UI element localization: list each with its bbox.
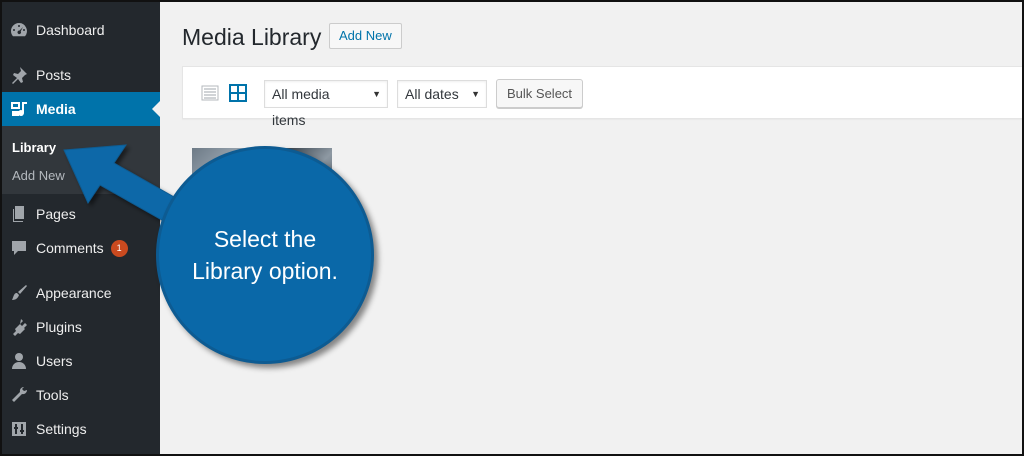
user-icon bbox=[0, 351, 36, 371]
chevron-down-icon: ▼ bbox=[372, 89, 381, 99]
pages-icon bbox=[0, 204, 36, 224]
sidebar-item-label: Appearance bbox=[36, 285, 112, 301]
sidebar-item-posts[interactable]: Posts bbox=[0, 58, 160, 92]
media-type-filter-value: All media items bbox=[272, 86, 330, 128]
settings-icon bbox=[0, 419, 36, 439]
sidebar-item-label: Tools bbox=[36, 387, 69, 403]
sidebar-item-label: Settings bbox=[36, 421, 87, 437]
comment-count-badge: 1 bbox=[110, 239, 128, 257]
sidebar-item-plugins[interactable]: Plugins bbox=[0, 310, 160, 344]
submenu-item-library[interactable]: Library bbox=[12, 140, 56, 155]
sidebar-item-appearance[interactable]: Appearance bbox=[0, 276, 160, 310]
sidebar-item-label: Dashboard bbox=[36, 22, 105, 38]
dashboard-icon bbox=[0, 20, 36, 40]
comment-icon bbox=[0, 238, 36, 258]
pushpin-icon bbox=[0, 65, 36, 85]
submenu-item-add-new[interactable]: Add New bbox=[12, 168, 65, 183]
sidebar-item-users[interactable]: Users bbox=[0, 344, 160, 378]
list-view-icon[interactable] bbox=[200, 83, 220, 103]
sidebar-item-label: Users bbox=[36, 353, 73, 369]
date-filter-value: All dates bbox=[405, 86, 459, 102]
admin-sidebar: Dashboard Posts Media Library Add New Pa… bbox=[0, 0, 160, 456]
plugin-icon bbox=[0, 317, 36, 337]
sidebar-item-label: Media bbox=[36, 101, 76, 117]
sidebar-item-tools[interactable]: Tools bbox=[0, 378, 160, 412]
wrench-icon bbox=[0, 385, 36, 405]
sidebar-item-label: Pages bbox=[36, 206, 76, 222]
date-filter[interactable]: All dates ▼ bbox=[397, 80, 487, 108]
sidebar-item-media[interactable]: Media bbox=[0, 92, 160, 126]
media-type-filter[interactable]: All media items ▼ bbox=[264, 80, 388, 128]
sidebar-item-label: Comments bbox=[36, 240, 104, 256]
callout-bubble: Select the Library option. bbox=[156, 146, 374, 364]
sidebar-item-pages[interactable]: Pages bbox=[0, 197, 160, 231]
sidebar-item-label: Posts bbox=[36, 67, 72, 83]
add-new-button[interactable]: Add New bbox=[329, 23, 402, 49]
bulk-select-button[interactable]: Bulk Select bbox=[496, 79, 584, 108]
media-icon bbox=[0, 99, 36, 119]
media-submenu: Library Add New bbox=[0, 126, 160, 194]
sidebar-item-label: Plugins bbox=[36, 319, 82, 335]
sidebar-item-settings[interactable]: Settings bbox=[0, 412, 160, 446]
chevron-down-icon: ▼ bbox=[471, 89, 480, 99]
sidebar-item-comments[interactable]: Comments 1 bbox=[0, 231, 160, 265]
sidebar-item-dashboard[interactable]: Dashboard bbox=[0, 13, 160, 47]
media-toolbar: All media items ▼ All dates ▼ Bulk Selec… bbox=[182, 66, 1024, 128]
paintbrush-icon bbox=[0, 283, 36, 303]
page-title: Media Library bbox=[182, 24, 322, 50]
grid-view-icon[interactable] bbox=[228, 83, 248, 103]
callout-text: Select the Library option. bbox=[192, 226, 338, 284]
